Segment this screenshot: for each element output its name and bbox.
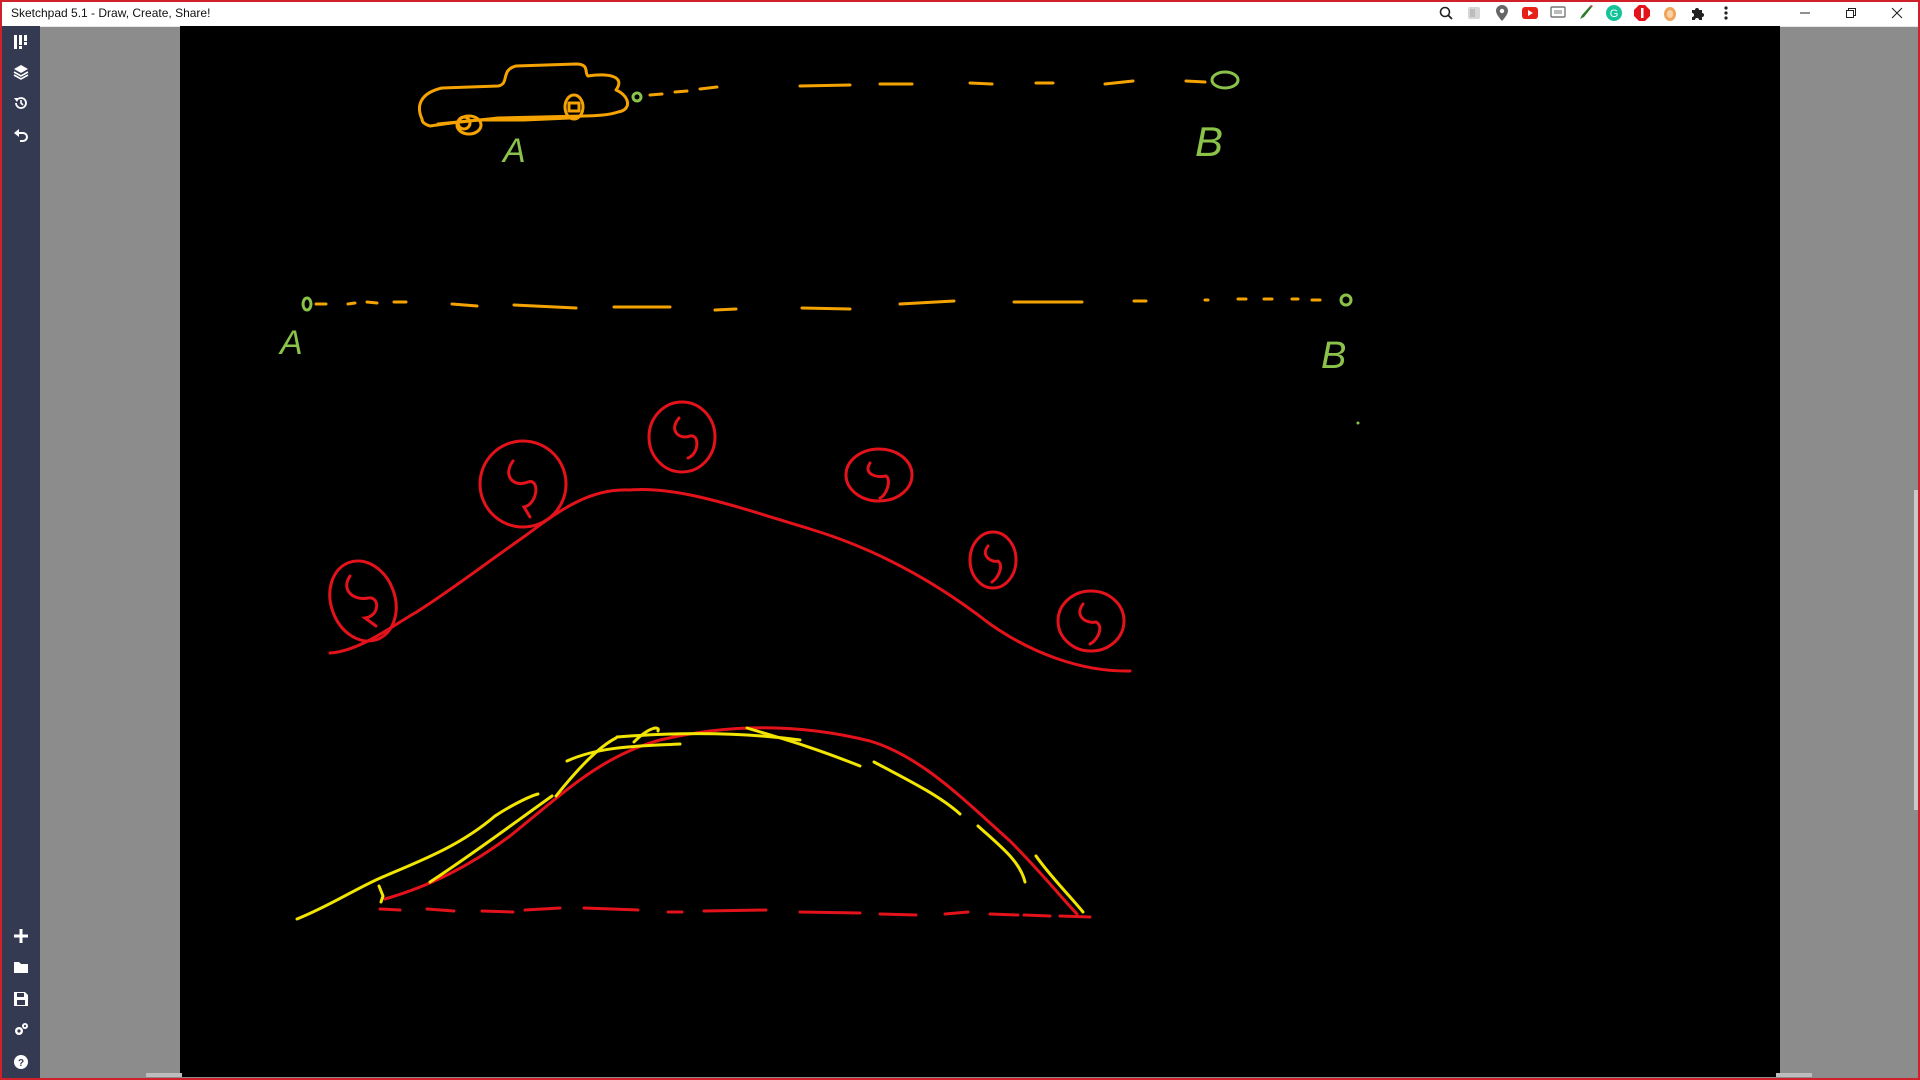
zoom-icon[interactable] (1436, 3, 1456, 23)
svg-text:G: G (1610, 8, 1619, 20)
mid-point-a-dot (301, 296, 313, 312)
extension-gray-icon[interactable] (1464, 3, 1484, 23)
left-toolbar: ? (2, 26, 40, 1078)
minimize-icon (1800, 12, 1810, 14)
top-point-a-dot (631, 91, 643, 103)
save-icon[interactable] (9, 987, 33, 1011)
map-pin-icon[interactable] (1492, 3, 1512, 23)
new-plus-icon[interactable] (9, 924, 33, 948)
top-label-b: B (1195, 118, 1223, 165)
truck-sketch (418, 62, 629, 136)
kebab-menu-icon[interactable] (1716, 3, 1736, 23)
brush-tools-icon[interactable] (9, 30, 33, 54)
left-scroll-handle[interactable] (146, 1073, 182, 1077)
restore-button[interactable] (1828, 0, 1874, 26)
undo-icon[interactable] (9, 123, 33, 147)
browser-extension-bar: G (1436, 3, 1744, 23)
puzzle-icon[interactable] (1688, 3, 1708, 23)
history-icon[interactable] (9, 91, 33, 115)
mid-label-a: A (278, 324, 303, 362)
close-icon (1891, 7, 1903, 19)
settings-gears-icon[interactable] (9, 1018, 33, 1042)
pen-extension-icon[interactable] (1576, 3, 1596, 23)
cast-icon[interactable] (1548, 3, 1568, 23)
top-label-a: A (501, 132, 526, 170)
stray-dot (1356, 421, 1360, 425)
orange-extension-icon[interactable] (1660, 3, 1680, 23)
title-bar: Sketchpad 5.1 - Draw, Create, Share! G (0, 0, 1920, 27)
sketch-strokes: A B A B (278, 62, 1360, 921)
circled-marks (328, 400, 1126, 653)
top-dashed-route (648, 79, 1207, 97)
window-controls (1782, 0, 1920, 26)
right-scroll-handle[interactable] (1776, 1073, 1812, 1077)
vertical-scrollbar[interactable] (1914, 490, 1918, 810)
mid-dashed-route (314, 297, 1322, 312)
layers-icon[interactable] (9, 60, 33, 84)
close-button[interactable] (1874, 0, 1920, 26)
mid-label-b: B (1321, 335, 1346, 377)
top-point-b-dot (1210, 70, 1240, 90)
adblock-icon[interactable] (1632, 3, 1652, 23)
grammarly-icon[interactable]: G (1604, 3, 1624, 23)
help-icon[interactable]: ? (9, 1050, 33, 1074)
svg-text:?: ? (18, 1058, 24, 1069)
minimize-button[interactable] (1782, 0, 1828, 26)
drawing-canvas[interactable]: A B A B (180, 26, 1780, 1077)
mid-point-b-dot (1339, 293, 1353, 307)
window-title: Sketchpad 5.1 - Draw, Create, Share! (11, 6, 211, 20)
bottom-dashed-base (378, 906, 1092, 919)
open-folder-icon[interactable] (9, 955, 33, 979)
restore-icon (1846, 8, 1856, 18)
youtube-icon[interactable] (1520, 3, 1540, 23)
